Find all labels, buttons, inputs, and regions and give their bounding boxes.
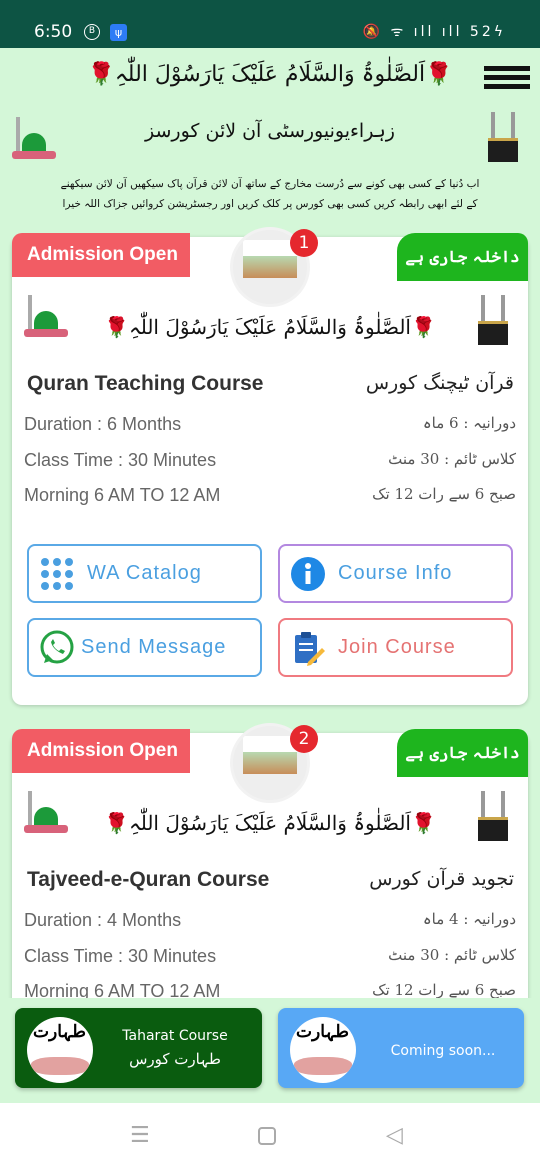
course-number-badge: 1: [290, 229, 318, 257]
duration-urdu: دورانیہ : 6 ماہ: [422, 414, 516, 432]
class-time: Class Time : 30 Minutes: [24, 450, 217, 470]
status-time: 6:50: [34, 22, 73, 42]
header-greeting: 🌹اَلصَّلٰوۃُ وَالسَّلَامُ عَلَیْکَ یَارَ…: [87, 62, 453, 87]
grid-icon: [37, 554, 77, 594]
duration: Duration : 4 Months: [24, 910, 182, 930]
header-title: زہراءیونیورسٹی آن لائن کورسز: [145, 120, 395, 142]
class-time-row: Class Time : 30 Minutes کلاس ٹائم : 30 من…: [24, 450, 516, 471]
whatsapp-icon: [37, 628, 77, 668]
battery-level: 52: [469, 24, 494, 40]
admission-open-ribbon: Admission Open: [12, 729, 190, 773]
business-icon: B: [84, 24, 100, 40]
back-icon[interactable]: ◁: [386, 1123, 403, 1148]
course-name-urdu: تجوید قرآن کورس: [369, 868, 514, 890]
class-time: Class Time : 30 Minutes: [24, 946, 217, 966]
course-name-urdu: قرآن ٹیچنگ کورس: [365, 372, 514, 394]
wa-catalog-button[interactable]: WA Catalog: [27, 544, 262, 603]
timing: Morning 6 AM TO 12 AM: [24, 485, 221, 505]
class-time-urdu: کلاس ٹائم : 30 منٹ: [388, 946, 516, 964]
taharat-course-button[interactable]: طہارت Taharat Course طہارت کورس: [15, 1008, 262, 1088]
admission-open-ribbon-urdu: داخلہ جاری ہے: [397, 233, 528, 281]
info-icon: [288, 554, 328, 594]
timing-row: Morning 6 AM TO 12 AM صبح 6 سے رات 12 تک: [24, 485, 516, 506]
status-bar: 6:50 B ψ 🔕 ᯤ ıll ıll 52ϟ: [0, 0, 540, 48]
taharat-label-urdu: طہارت کورس: [129, 1050, 221, 1068]
join-course-label: Join Course: [338, 636, 456, 658]
wa-catalog-label: WA Catalog: [87, 562, 202, 584]
home-icon[interactable]: [258, 1127, 276, 1145]
course-name: Quran Teaching Course: [27, 372, 264, 395]
taharat-logo: طہارت: [27, 1017, 93, 1083]
duration-row: Duration : 4 Months دورانیہ : 4 ماہ: [24, 910, 516, 931]
timing-urdu: صبح 6 سے رات 12 تک: [372, 485, 516, 503]
admission-open-ribbon-urdu: داخلہ جاری ہے: [397, 729, 528, 777]
taharat-label: Taharat Course: [122, 1028, 228, 1044]
card-greeting: 🌹اَلصَّلٰوۃُ وَالسَّلَامُ عَلَیْکَ یَارَ…: [104, 315, 436, 339]
recent-apps-icon[interactable]: ☰: [130, 1123, 150, 1148]
taharat-logo: طہارت: [290, 1017, 356, 1083]
send-message-button[interactable]: Send Message: [27, 618, 262, 677]
course-info-button[interactable]: Course Info: [278, 544, 513, 603]
duration-row: Duration : 6 Months دورانیہ : 6 ماہ: [24, 414, 516, 435]
send-message-label: Send Message: [81, 636, 227, 658]
usb-icon: ψ: [110, 24, 127, 41]
card-greeting: 🌹اَلصَّلٰوۃُ وَالسَّلَامُ عَلَیْکَ یَارَ…: [104, 811, 436, 835]
system-nav-bar: ☰ ◁: [0, 1103, 540, 1170]
coming-soon-button[interactable]: طہارت Coming soon...: [278, 1008, 524, 1088]
duration-urdu: دورانیہ : 4 ماہ: [422, 910, 516, 928]
course-card: Admission Open داخلہ جاری ہے 1 🌹اَلصَّلٰ…: [12, 227, 528, 705]
menu-icon[interactable]: [484, 66, 530, 90]
admission-open-ribbon: Admission Open: [12, 233, 190, 277]
clipboard-edit-icon: [288, 628, 328, 668]
status-icons: 🔕 ᯤ ıll ıll 52ϟ: [362, 24, 506, 40]
course-info-label: Course Info: [338, 562, 453, 584]
class-time-urdu: کلاس ٹائم : 30 منٹ: [388, 450, 516, 468]
course-name: Tajveed-e-Quran Course: [27, 868, 270, 891]
duration: Duration : 6 Months: [24, 414, 182, 434]
class-time-row: Class Time : 30 Minutes کلاس ٹائم : 30 من…: [24, 946, 516, 967]
course-card: Admission Open داخلہ جاری ہے 2 🌹اَلصَّلٰ…: [12, 723, 528, 1033]
join-course-button[interactable]: Join Course: [278, 618, 513, 677]
coming-soon-label: Coming soon...: [390, 1043, 496, 1059]
course-number-badge: 2: [290, 725, 318, 753]
timing-urdu: صبح 6 سے رات 12 تک: [372, 981, 516, 999]
header-description: اب دُنیا کے کسی بھی کونے سے دُرست مخارج …: [60, 178, 480, 210]
